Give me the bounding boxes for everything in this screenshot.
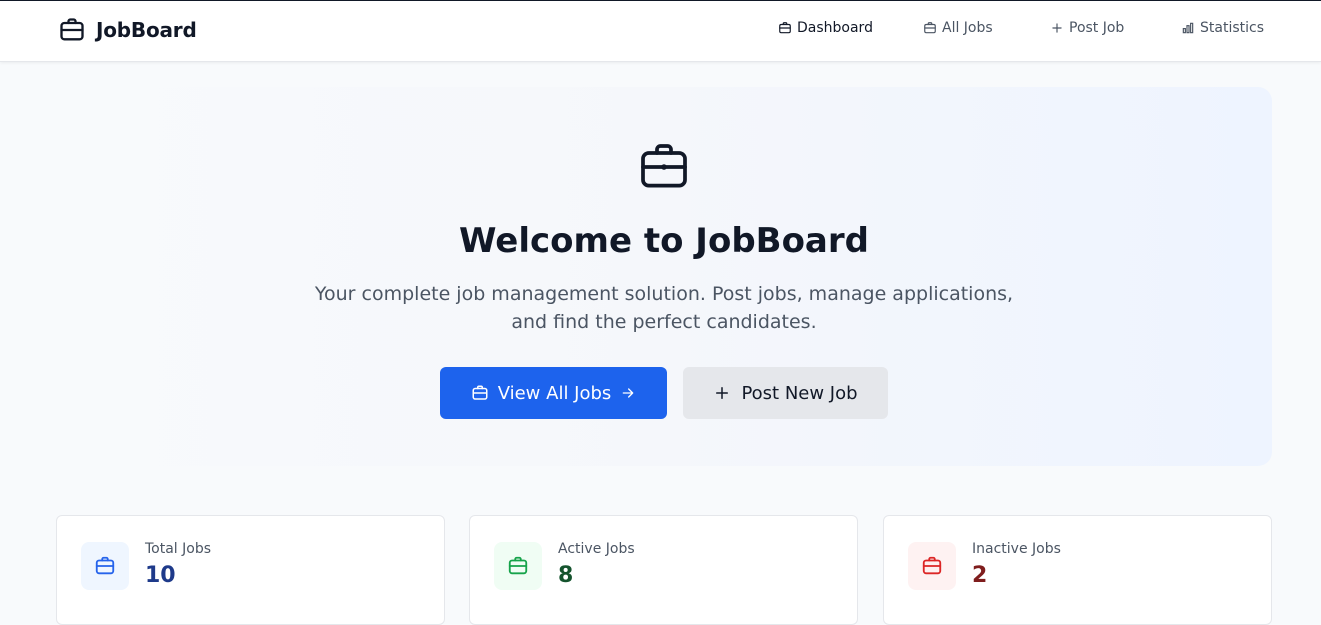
stat-icon-container — [908, 542, 956, 590]
briefcase-icon — [95, 556, 115, 575]
stat-label: Active Jobs — [558, 541, 635, 557]
view-all-jobs-button[interactable]: View All Jobs — [440, 367, 667, 419]
briefcase-icon — [60, 18, 84, 41]
stat-label: Total Jobs — [145, 541, 212, 557]
stat-label: Inactive Jobs — [972, 541, 1061, 557]
bar-chart-icon — [1182, 22, 1194, 34]
brand-logo[interactable]: JobBoard — [58, 16, 197, 44]
briefcase-icon — [779, 22, 791, 34]
hero-banner: Welcome to JobBoard Your complete job ma… — [56, 87, 1272, 466]
stat-icon-container — [494, 542, 542, 590]
stat-value: 10 — [145, 563, 176, 588]
stat-card-active-jobs: Active Jobs 8 — [469, 515, 858, 625]
briefcase-icon — [641, 144, 687, 188]
stat-icon-container — [81, 542, 129, 590]
nav-item-statistics[interactable]: Statistics — [1181, 20, 1264, 36]
top-navbar: JobBoard Dashboard All Jobs Post Job Sta… — [0, 0, 1321, 62]
nav-label-dashboard: Dashboard — [797, 20, 873, 36]
nav-label-statistics: Statistics — [1200, 20, 1264, 36]
hero-title: Welcome to JobBoard — [459, 221, 869, 261]
nav-label-post-job: Post Job — [1069, 20, 1125, 36]
stat-card-total-jobs: Total Jobs 10 — [56, 515, 445, 625]
stat-card-inactive-jobs: Inactive Jobs 2 — [883, 515, 1272, 625]
stat-value: 2 — [972, 563, 988, 588]
nav-item-post-job[interactable]: Post Job — [1050, 20, 1124, 36]
view-all-jobs-label: View All Jobs — [497, 382, 612, 404]
briefcase-icon — [472, 385, 488, 400]
stat-value: 8 — [558, 563, 574, 588]
briefcase-icon — [508, 556, 528, 575]
hero-subtitle: Your complete job management solution. P… — [314, 283, 1014, 333]
arrow-right-icon — [622, 388, 634, 398]
nav-item-dashboard[interactable]: Dashboard — [778, 20, 873, 36]
post-new-job-button[interactable]: Post New Job — [683, 367, 888, 419]
nav-item-all-jobs[interactable]: All Jobs — [923, 20, 993, 36]
plus-icon — [716, 387, 729, 399]
brand-name: JobBoard — [96, 18, 197, 42]
briefcase-icon — [922, 556, 942, 575]
plus-icon — [1052, 23, 1062, 33]
nav-label-all-jobs: All Jobs — [942, 20, 993, 36]
briefcase-icon — [924, 22, 936, 34]
post-new-job-label: Post New Job — [741, 382, 858, 404]
